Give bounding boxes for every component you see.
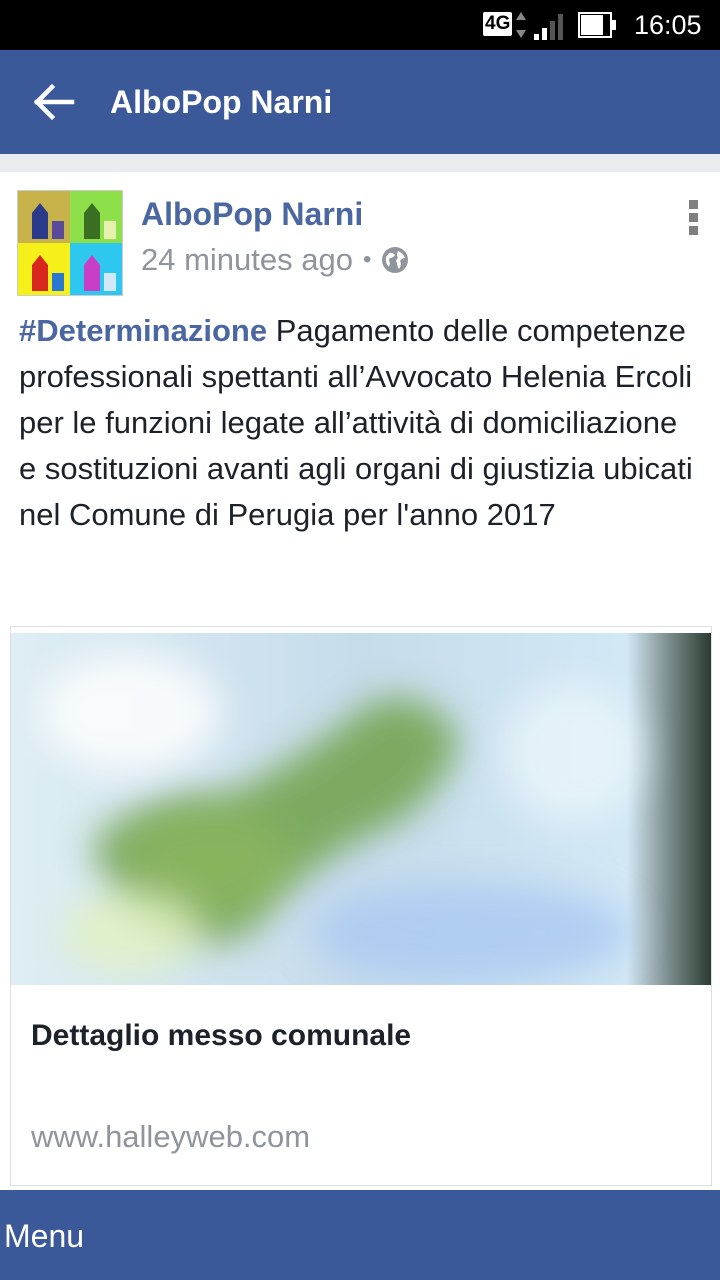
link-preview-image[interactable] xyxy=(11,633,711,985)
post-timestamp[interactable]: 24 minutes ago xyxy=(141,242,353,278)
bottom-bar: Menu xyxy=(0,1190,720,1280)
post-body: #Determinazione Pagamento delle competen… xyxy=(19,308,699,538)
battery-icon xyxy=(578,12,616,38)
clock: 16:05 xyxy=(634,10,702,40)
menu-button[interactable]: Menu xyxy=(4,1218,84,1255)
more-options-icon[interactable] xyxy=(686,200,700,236)
post-card: AlboPop Narni 24 minutes ago • #Determin… xyxy=(0,172,720,1190)
link-title[interactable]: Dettaglio messo comunale xyxy=(31,1019,411,1053)
post-meta: 24 minutes ago • xyxy=(141,242,409,278)
status-bar: 4G 16:05 xyxy=(0,0,720,50)
globe-icon xyxy=(382,247,409,273)
arrow-left-icon[interactable] xyxy=(28,76,80,128)
app-bar: AlboPop Narni xyxy=(0,50,720,154)
page-title: AlboPop Narni xyxy=(110,84,333,120)
link-domain: www.halleyweb.com xyxy=(31,1119,311,1154)
network-type-badge: 4G xyxy=(483,12,513,36)
data-activity-icon xyxy=(516,12,526,38)
link-preview[interactable]: Dettaglio messo comunale www.halleyweb.c… xyxy=(10,626,712,1186)
hashtag-link[interactable]: #Determinazione xyxy=(19,313,267,348)
signal-strength-icon xyxy=(534,14,563,40)
post-author-link[interactable]: AlboPop Narni xyxy=(141,196,363,233)
meta-separator: • xyxy=(362,246,372,273)
avatar[interactable] xyxy=(17,190,123,296)
